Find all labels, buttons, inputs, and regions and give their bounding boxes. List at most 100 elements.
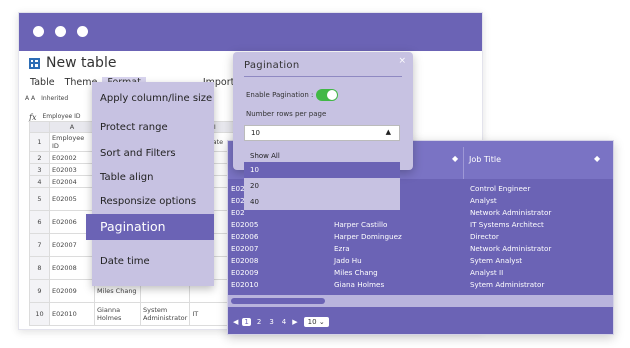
cell-name: Jado Hu [334, 256, 362, 265]
prev-page-icon[interactable]: ◀ [233, 318, 238, 326]
close-icon[interactable]: × [398, 56, 406, 66]
font-size-icon[interactable]: A A [25, 95, 35, 102]
sort-icon[interactable]: ◆ [452, 154, 458, 163]
menu-table-align[interactable]: Table align [100, 172, 153, 183]
chevron-up-icon: ▲ [385, 128, 391, 136]
cell-employee-id: E02009 [231, 268, 259, 277]
cell-a[interactable]: E02010 [49, 302, 95, 326]
sheet-row: 10 E02010 Gianna Holmes System Administrato… [29, 302, 241, 326]
cell-job-title: Sytem Analyst [470, 256, 523, 265]
preview-row[interactable]: E02006 Harper Dominguez Director [228, 231, 613, 243]
cell-name: Giana Holmes [334, 280, 385, 289]
cell-employee-id: E02006 [231, 232, 259, 241]
column-divider [463, 147, 464, 179]
page-3[interactable]: 3 [267, 318, 275, 326]
cell-a[interactable]: E02002 [49, 151, 95, 164]
menu-date-time[interactable]: Date time [100, 256, 150, 267]
menu-pagination[interactable]: Pagination [86, 214, 214, 240]
preview-row[interactable]: E02009 Miles Chang Analyst II [228, 267, 613, 279]
cell-name: Miles Chang [334, 268, 378, 277]
cell-a[interactable]: Employee ID [49, 132, 95, 152]
cell-job-title: Sytem Administrator [470, 280, 545, 289]
preview-row[interactable]: E02008 Jado Hu Sytem Analyst [228, 255, 613, 267]
document-title: New table [29, 55, 116, 71]
cell-job-title: IT Systems Architect [470, 220, 544, 229]
page-size-value: 10 [307, 317, 317, 326]
font-family-select[interactable]: Inherited [41, 95, 68, 102]
column-header-a[interactable]: A [49, 121, 95, 133]
sort-icon[interactable]: ◆ [594, 154, 600, 163]
pagination-bar: ◀ 1 2 3 4 ▶ 10 ⌄ [228, 307, 613, 334]
window-dot-icon[interactable] [77, 26, 88, 37]
option-40[interactable]: 40 [244, 194, 400, 210]
corner-cell[interactable] [29, 121, 50, 133]
row-number-cell[interactable]: 4 [29, 175, 50, 188]
row-number-cell[interactable]: 9 [29, 279, 50, 303]
row-number-cell[interactable]: 1 [29, 132, 50, 152]
cell-employee-id: E02 [231, 208, 245, 217]
page-size-select[interactable]: 10 ⌄ [303, 316, 329, 327]
row-number-cell[interactable]: 7 [29, 233, 50, 257]
page-2[interactable]: 2 [255, 318, 263, 326]
page-1[interactable]: 1 [242, 317, 251, 326]
menu-item-table[interactable]: Table [25, 77, 60, 88]
cell-name: Ezra [334, 244, 350, 253]
cell-b[interactable]: Gianna Holmes [94, 302, 141, 326]
chevron-down-icon: ⌄ [318, 317, 325, 326]
menu-apply-size[interactable]: Apply column/line size [100, 93, 212, 104]
cell-employee-id: E02005 [231, 220, 259, 229]
rows-per-page-label: Number rows per page [246, 110, 327, 118]
option-10[interactable]: 10 [244, 162, 400, 178]
menu-sort-filters[interactable]: Sort and Filters [100, 148, 176, 159]
cell-employee-id: E02 [231, 196, 245, 205]
cell-a[interactable]: E02008 [49, 256, 95, 280]
format-toolbar: A A Inherited [25, 95, 68, 102]
row-number-cell[interactable]: 6 [29, 210, 50, 234]
dialog-divider [244, 76, 402, 77]
menu-responsive-options[interactable]: Responsize options [100, 196, 196, 207]
cell-job-title: Network Administrator [470, 208, 552, 217]
window-titlebar [19, 13, 482, 51]
cell-job-title: Analyst [470, 196, 497, 205]
row-number-cell[interactable]: 3 [29, 163, 50, 176]
cell-job-title: Analyst II [470, 268, 504, 277]
cell-a[interactable]: E02005 [49, 187, 95, 211]
cell-job-title: Control Engineer [470, 184, 531, 193]
cell-employee-id: E02007 [231, 244, 259, 253]
enable-pagination-label: Enable Pagination : [246, 91, 314, 99]
table-icon [29, 57, 40, 69]
rows-per-page-select[interactable]: 10 ▲ [244, 125, 400, 141]
document-title-text: New table [46, 55, 117, 71]
row-number-cell[interactable]: 8 [29, 256, 50, 280]
cell-name: Harper Castillo [334, 220, 388, 229]
next-page-icon[interactable]: ▶ [292, 318, 297, 326]
row-number-cell[interactable]: 2 [29, 151, 50, 164]
format-menu: Apply column/line size Protect range Sor… [86, 82, 214, 286]
cell-employee-id: E02010 [231, 280, 259, 289]
cell-job-title: Director [470, 232, 499, 241]
row-number-cell[interactable]: 5 [29, 187, 50, 211]
cell-a[interactable]: E02003 [49, 163, 95, 176]
preview-row[interactable]: E02007 Ezra Network Administrator [228, 243, 613, 255]
option-20[interactable]: 20 [244, 178, 400, 194]
cell-name: Harper Dominguez [334, 232, 402, 241]
cell-job-title: Network Administrator [470, 244, 552, 253]
cell-employee-id: E02008 [231, 256, 259, 265]
enable-pagination-toggle[interactable] [316, 89, 339, 101]
scrollbar-thumb[interactable] [231, 298, 325, 304]
preview-row[interactable]: E02005 Harper Castillo IT Systems Architec… [228, 219, 613, 231]
cell-a[interactable]: E02009 [49, 279, 95, 303]
preview-row[interactable]: E02010 Giana Holmes Sytem Administrator [228, 279, 613, 291]
menu-protect-range[interactable]: Protect range [100, 122, 168, 133]
enable-pagination-row: Enable Pagination : [246, 89, 339, 101]
page-4[interactable]: 4 [280, 318, 288, 326]
row-number-cell[interactable]: 10 [29, 302, 50, 326]
cell-employee-id: E02 [231, 184, 245, 193]
cell-a[interactable]: E02004 [49, 175, 95, 188]
window-dot-icon[interactable] [55, 26, 66, 37]
column-job-title[interactable]: Job Title [469, 155, 501, 164]
horizontal-scrollbar[interactable] [228, 295, 613, 307]
rows-per-page-value: 10 [251, 129, 260, 137]
cell-c[interactable]: System Administrator [139, 302, 191, 326]
window-dot-icon[interactable] [33, 26, 44, 37]
